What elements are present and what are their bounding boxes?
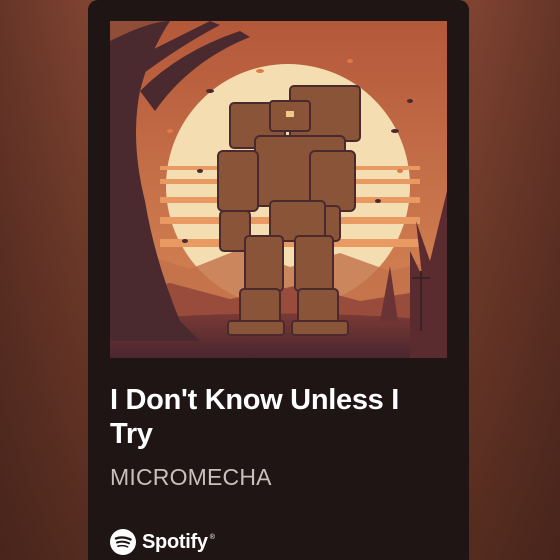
track-card[interactable]: I Don't Know Unless I Try MICROMECHA Spo… xyxy=(88,0,469,560)
track-title[interactable]: I Don't Know Unless I Try xyxy=(110,383,440,451)
spotify-logo-icon xyxy=(110,529,136,555)
registered-mark: ® xyxy=(209,533,215,541)
album-artwork[interactable] xyxy=(110,21,447,358)
spotify-logo[interactable]: Spotify ® xyxy=(110,527,215,557)
spotify-wordmark: Spotify xyxy=(142,530,208,553)
artist-name[interactable]: MICROMECHA xyxy=(110,464,272,491)
